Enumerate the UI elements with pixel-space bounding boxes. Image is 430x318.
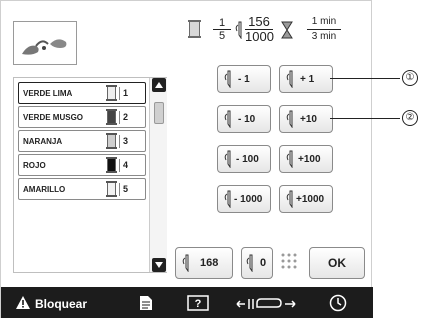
help-button[interactable]: ? (179, 287, 219, 318)
needle-icon (224, 70, 231, 88)
reset-zero-button[interactable]: 0 (241, 247, 273, 279)
button-label: - 1 (238, 74, 250, 85)
hourglass-icon (281, 21, 293, 39)
scroll-up-button[interactable] (152, 78, 166, 92)
thread-tension-icon (236, 298, 296, 309)
divider (119, 87, 120, 100)
warning-icon (16, 296, 30, 309)
spool-icon (188, 20, 201, 38)
bottom-toolbar: Bloquear ? (1, 287, 373, 318)
color-item-verde-lima[interactable]: VERDE LIMA 1 (18, 82, 146, 104)
button-label: +10 (300, 114, 317, 125)
minus-1-button[interactable]: - 1 (217, 65, 271, 93)
color-name: ROJO (23, 161, 46, 170)
spool-icon (106, 85, 117, 101)
color-item-verde-musgo[interactable]: VERDE MUSGO 2 (18, 106, 146, 128)
color-progress-current: 1 (213, 17, 231, 30)
time-remaining: 1 min 3 min (307, 15, 341, 44)
plus-1000-button[interactable]: +1000 (279, 185, 333, 213)
zero-value: 0 (260, 257, 267, 269)
callout-1: ① (402, 70, 418, 86)
needle-icon (286, 70, 293, 88)
clock-button[interactable] (319, 287, 359, 318)
color-item-rojo[interactable]: ROJO 4 (18, 154, 146, 176)
help-icon: ? (187, 295, 209, 311)
spool-icon (106, 109, 117, 125)
needle-icon (182, 254, 189, 272)
embroidery-pattern-icon (22, 39, 67, 55)
minus-1000-button[interactable]: - 1000 (217, 185, 271, 213)
thread-color-list[interactable]: VERDE LIMA 1 VERDE MUSGO 2 NARANJA 3 ROJ… (13, 77, 167, 273)
document-button[interactable] (127, 287, 167, 318)
time-total: 3 min (311, 31, 337, 42)
clock-icon (329, 294, 347, 312)
callout-2: ② (402, 110, 418, 126)
plus-1-button[interactable]: + 1 (279, 65, 333, 93)
grid-dots-icon (281, 253, 297, 269)
needle-icon (224, 110, 231, 128)
plus-100-button[interactable]: +100 (279, 145, 333, 173)
color-name: AMARILLO (23, 185, 66, 194)
scrollbar-thumb[interactable] (154, 102, 164, 124)
spool-icon (106, 181, 117, 197)
color-item-amarillo[interactable]: AMARILLO 5 (18, 178, 146, 200)
needle-icon (286, 110, 293, 128)
color-item-naranja[interactable]: NARANJA 3 (18, 130, 146, 152)
button-label: - 10 (238, 114, 256, 125)
button-label: +1000 (296, 194, 325, 205)
pattern-preview (13, 21, 77, 65)
needle-icon (235, 21, 242, 39)
divider (119, 111, 120, 124)
document-icon (140, 296, 152, 310)
stitch-count-total: 1000 (245, 29, 274, 44)
lock-button[interactable]: Bloquear (11, 287, 123, 318)
needle-icon (224, 150, 231, 168)
divider (119, 159, 120, 172)
button-label: - 1000 (234, 194, 263, 205)
embroidery-screen: 1 5 156 1000 1 min 3 min VERDE LIMA 1 VE… (0, 0, 373, 318)
minus-10-button[interactable]: - 10 (217, 105, 271, 133)
button-label: +100 (298, 154, 321, 165)
color-progress-total: 5 (218, 30, 226, 42)
plus-10-button[interactable]: +10 (279, 105, 333, 133)
needle-icon (246, 254, 253, 272)
stitch-count: 156 1000 (245, 15, 274, 44)
ok-button[interactable]: OK (309, 247, 365, 279)
color-number: 4 (123, 160, 129, 170)
needle-icon (286, 150, 293, 168)
stitch-position-value: 168 (200, 257, 219, 269)
stitch-position-button[interactable]: 168 (175, 247, 233, 279)
divider (119, 183, 120, 196)
color-name: NARANJA (23, 137, 63, 146)
divider (119, 135, 120, 148)
time-elapsed: 1 min (307, 15, 341, 30)
stitch-count-current: 156 (245, 15, 273, 30)
color-number: 3 (123, 136, 129, 146)
callout-line-2 (330, 118, 400, 119)
color-number: 5 (123, 184, 129, 194)
color-name: VERDE LIMA (23, 89, 73, 98)
minus-100-button[interactable]: - 100 (217, 145, 271, 173)
color-name: VERDE MUSGO (23, 113, 84, 122)
button-label: + 1 (300, 74, 315, 85)
color-number: 2 (123, 112, 129, 122)
lock-label: Bloquear (35, 297, 88, 311)
callout-line-1 (330, 78, 400, 79)
spool-icon (106, 133, 117, 149)
scroll-down-button[interactable] (152, 258, 166, 272)
thread-tension-button[interactable] (229, 287, 309, 318)
needle-icon (286, 190, 293, 208)
svg-text:?: ? (195, 298, 202, 310)
button-label: - 100 (236, 154, 259, 165)
ok-label: OK (328, 256, 346, 270)
color-number: 1 (123, 88, 129, 98)
spool-icon (106, 157, 117, 173)
needle-icon (224, 190, 231, 208)
color-progress: 1 5 (213, 17, 231, 43)
